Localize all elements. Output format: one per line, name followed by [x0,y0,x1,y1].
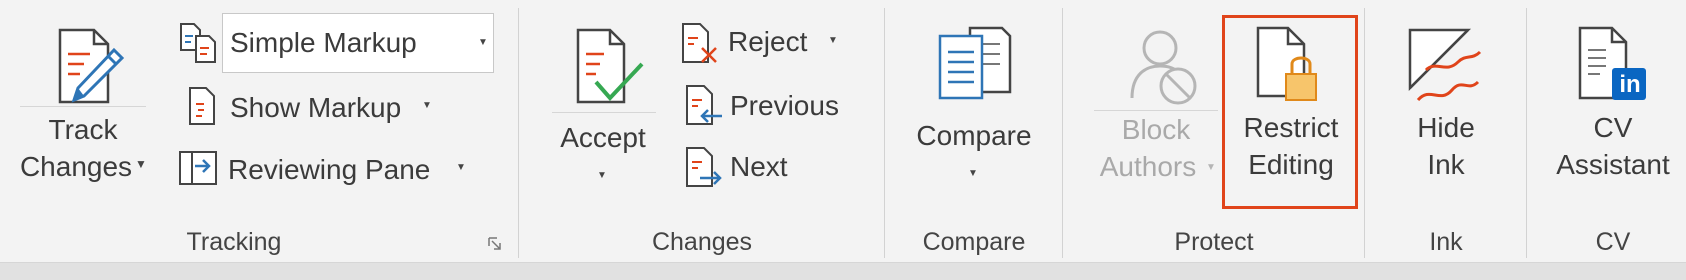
accept-icon [576,28,644,104]
review-ribbon: Track Changes ▼ Simple Markup ▼ Show Mar… [0,0,1686,263]
reviewing-pane-icon [179,151,217,185]
block-authors-label-line2: Authors [1099,151,1197,182]
dialog-launcher-icon[interactable] [487,236,503,252]
markup-dropdown-value: Simple Markup [230,27,417,58]
reviewing-pane-label: Reviewing Pane [228,154,431,185]
track-changes-icon [58,28,125,104]
track-changes-label-line2: Changes [19,151,133,182]
block-authors-label-line1: Block [1121,114,1191,145]
track-changes-label-line1: Track [48,114,118,145]
hide-ink-label-line2: Ink [1427,149,1465,180]
previous-change-icon [686,85,722,125]
group-label-compare: Compare [922,228,1026,256]
chevron-down-icon: ▼ [456,162,466,173]
chevron-down-icon: ▼ [968,168,978,179]
restrict-editing-icon [1256,26,1317,101]
show-markup-icon [189,87,215,125]
chevron-down-icon: ▼ [597,170,607,181]
chevron-down-icon: ▼ [1206,162,1216,173]
restrict-editing-label-line1: Restrict [1243,112,1339,143]
next-label: Next [730,151,788,182]
reject-icon [682,23,717,63]
group-label-changes: Changes [651,228,753,256]
hide-ink-label-line1: Hide [1417,112,1475,143]
group-label-tracking: Tracking [186,228,282,256]
chevron-down-icon: ▼ [135,157,147,171]
next-change-icon [686,147,722,187]
previous-label: Previous [730,90,839,121]
reject-label: Reject [728,26,808,57]
chevron-down-icon: ▼ [422,100,432,111]
compare-icon [938,26,1012,100]
linkedin-badge: in [1619,71,1641,98]
group-label-protect: Protect [1174,228,1254,256]
cv-assistant-label-line2: Assistant [1556,149,1670,180]
hide-ink-icon [1408,28,1482,102]
group-label-cv: CV [1595,228,1631,256]
chevron-down-icon: ▼ [478,37,488,48]
display-for-review-icon [180,23,216,63]
group-label-ink: Ink [1429,228,1463,256]
cv-assistant-label-line1: CV [1593,112,1633,143]
accept-label: Accept [560,122,646,153]
show-markup-label: Show Markup [230,92,402,123]
restrict-editing-label-line2: Editing [1248,149,1334,180]
block-authors-icon [1130,30,1197,105]
compare-label: Compare [916,120,1032,151]
chevron-down-icon: ▼ [828,35,838,46]
